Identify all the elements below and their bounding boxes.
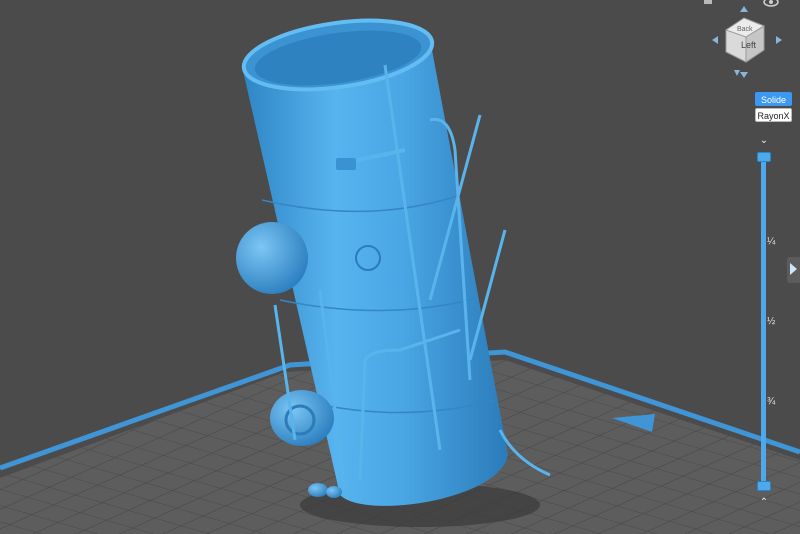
- xray-mode-button[interactable]: RayonX: [755, 108, 792, 122]
- view-mode-group: Solide RayonX: [755, 92, 792, 124]
- chevron-up-icon[interactable]: ⌃: [757, 498, 771, 508]
- home-icon[interactable]: [704, 0, 712, 4]
- navcube-top-label: Back: [737, 26, 753, 33]
- chevron-down-icon[interactable]: ⌄: [757, 136, 771, 146]
- slider-tick-three-quarter: ¾: [767, 396, 776, 407]
- 3d-viewport[interactable]: Back Left: [0, 0, 800, 534]
- play-arrow-icon: [790, 263, 797, 275]
- layer-slider-track[interactable]: [761, 156, 766, 486]
- navcube-face-label: Left: [741, 40, 757, 50]
- slider-tick-half: ½: [767, 316, 776, 327]
- side-panel-toggle[interactable]: [787, 257, 800, 283]
- 3d-model-boiler[interactable]: [236, 10, 551, 506]
- layer-slider-bottom-handle[interactable]: [757, 481, 771, 491]
- layer-slider-top-handle[interactable]: [757, 152, 771, 162]
- solid-mode-button[interactable]: Solide: [755, 92, 792, 106]
- eye-icon[interactable]: [763, 0, 779, 7]
- slider-tick-quarter: ¼: [767, 236, 776, 247]
- navigation-cube[interactable]: Back Left: [704, 0, 782, 78]
